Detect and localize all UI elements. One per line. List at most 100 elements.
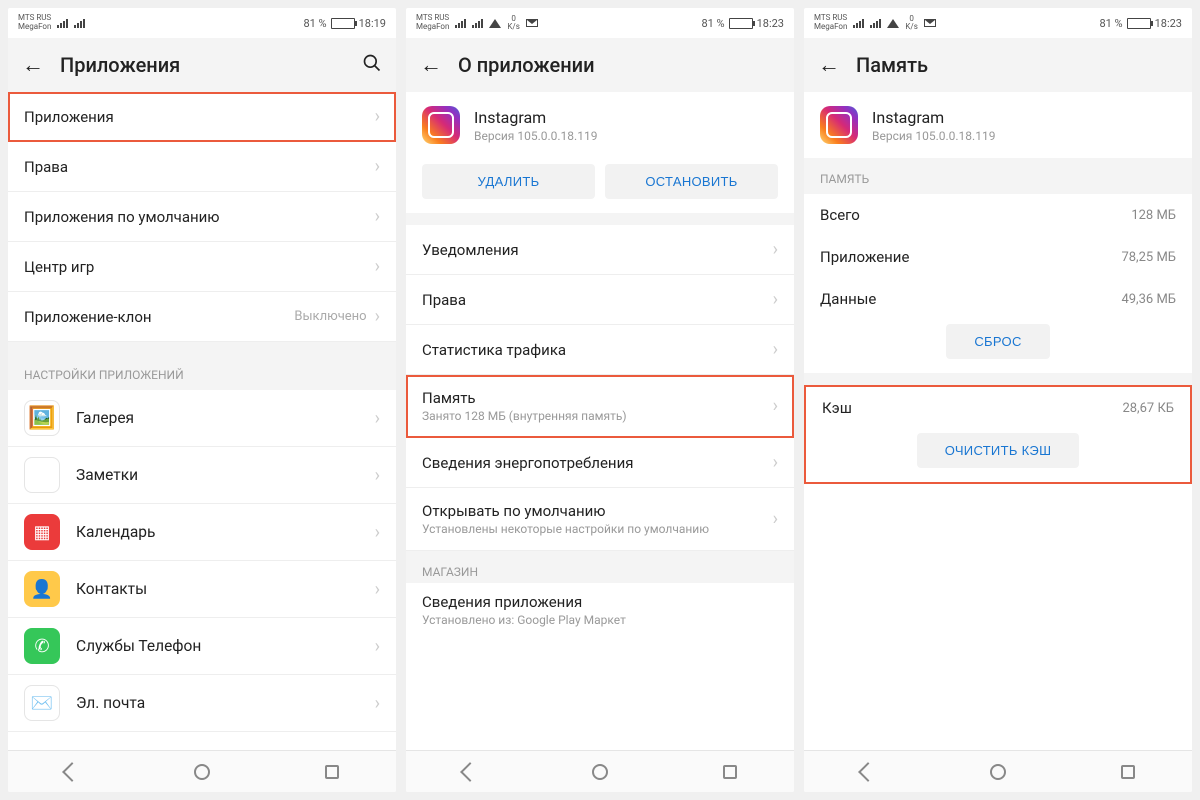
row-store-info[interactable]: Сведения приложения Установлено из: Goog… — [406, 583, 794, 643]
memrow-cache: Кэш 28,67 КБ — [806, 387, 1190, 429]
row-permissions[interactable]: Права › — [406, 275, 794, 325]
approw-calendar[interactable]: ▦ Календарь › — [8, 504, 396, 561]
titlebar: ← О приложении — [406, 38, 794, 92]
uninstall-button[interactable]: УДАЛИТЬ — [422, 164, 595, 199]
signal-icon-2 — [472, 18, 483, 28]
clear-cache-button[interactable]: ОЧИСТИТЬ КЭШ — [917, 433, 1080, 468]
notes-icon: ☰ — [24, 457, 60, 493]
row-clone-app[interactable]: Приложение-клон Выключено › — [8, 292, 396, 342]
back-icon[interactable]: ← — [420, 52, 442, 78]
nav-bar — [8, 750, 396, 792]
signal-icon — [57, 18, 68, 28]
content-area: Instagram Версия 105.0.0.18.119 УДАЛИТЬ … — [406, 92, 794, 750]
force-stop-button[interactable]: ОСТАНОВИТЬ — [605, 164, 778, 199]
mail-notification-icon — [924, 19, 936, 27]
page-title: Память — [856, 53, 1178, 77]
chevron-right-icon: › — [375, 522, 380, 543]
nav-recent-icon[interactable] — [1121, 765, 1135, 779]
app-name: Instagram — [474, 108, 597, 127]
battery-icon — [1127, 18, 1151, 29]
nav-back-icon[interactable] — [62, 762, 82, 782]
chevron-right-icon: › — [375, 693, 380, 714]
net-speed-label: 0K/s — [905, 15, 917, 31]
nav-back-icon[interactable] — [460, 762, 480, 782]
chevron-right-icon: › — [773, 239, 778, 260]
row-permissions[interactable]: Права › — [8, 142, 396, 192]
nav-home-icon[interactable] — [194, 764, 210, 780]
row-battery[interactable]: Сведения энергопотребления › — [406, 438, 794, 488]
approw-gallery[interactable]: 🖼️ Галерея › — [8, 390, 396, 447]
nav-bar — [804, 750, 1192, 792]
titlebar: ← Память — [804, 38, 1192, 92]
search-icon[interactable] — [362, 53, 382, 78]
nav-back-icon[interactable] — [858, 762, 878, 782]
action-buttons: УДАЛИТЬ ОСТАНОВИТЬ — [406, 158, 794, 213]
carrier-label: MTS RUS MegaFon — [416, 14, 449, 32]
titlebar: ← Приложения — [8, 38, 396, 92]
memrow-data: Данные 49,36 МБ — [804, 278, 1192, 320]
app-header: Instagram Версия 105.0.0.18.119 — [406, 92, 794, 158]
battery-icon — [729, 18, 753, 29]
approw-email[interactable]: ✉️ Эл. почта › — [8, 675, 396, 732]
screen-storage: MTS RUS MegaFon 0K/s 81 % 18:23 ← Память… — [804, 8, 1192, 792]
memrow-app: Приложение 78,25 МБ — [804, 236, 1192, 278]
chevron-right-icon: › — [375, 256, 380, 277]
chevron-right-icon: › — [375, 306, 380, 327]
row-apps[interactable]: Приложения › — [8, 92, 396, 142]
nav-recent-icon[interactable] — [723, 765, 737, 779]
chevron-right-icon: › — [773, 289, 778, 310]
chevron-right-icon: › — [773, 396, 778, 417]
approw-contacts[interactable]: 👤 Контакты › — [8, 561, 396, 618]
wifi-icon — [887, 18, 899, 28]
signal-icon — [455, 18, 466, 28]
status-bar: MTS RUS MegaFon 81 % 18:19 — [8, 8, 396, 38]
row-notifications[interactable]: Уведомления › — [406, 225, 794, 275]
clock-label: 18:19 — [359, 17, 386, 30]
row-traffic-stats[interactable]: Статистика трафика › — [406, 325, 794, 375]
phone-icon: ✆ — [24, 628, 60, 664]
chevron-right-icon: › — [773, 509, 778, 530]
battery-percent: 81 % — [701, 17, 724, 30]
chevron-right-icon: › — [375, 465, 380, 486]
app-version: Версия 105.0.0.18.119 — [474, 129, 597, 143]
instagram-icon — [422, 106, 460, 144]
email-icon: ✉️ — [24, 685, 60, 721]
net-speed-label: 0K/s — [507, 15, 519, 31]
wifi-icon — [489, 18, 501, 28]
clock-label: 18:23 — [1155, 17, 1182, 30]
content-area: Приложения › Права › Приложения по умолч… — [8, 92, 396, 750]
row-game-center[interactable]: Центр игр › — [8, 242, 396, 292]
instagram-icon — [820, 106, 858, 144]
approw-phone-services[interactable]: ✆ Службы Телефон › — [8, 618, 396, 675]
reset-button[interactable]: СБРОС — [946, 324, 1049, 359]
signal-icon — [853, 18, 864, 28]
row-open-default[interactable]: Открывать по умолчанию Установлены некот… — [406, 488, 794, 551]
row-default-apps[interactable]: Приложения по умолчанию › — [8, 192, 396, 242]
signal-icon-2 — [74, 18, 85, 28]
section-header-store: МАГАЗИН — [406, 551, 794, 583]
row-storage[interactable]: Память Занято 128 МБ (внутренняя память)… — [406, 375, 794, 438]
clock-label: 18:23 — [757, 17, 784, 30]
content-area: Instagram Версия 105.0.0.18.119 ПАМЯТЬ В… — [804, 92, 1192, 750]
carrier-label: MTS RUS MegaFon — [18, 14, 51, 32]
screen-apps: MTS RUS MegaFon 81 % 18:19 ← Приложения … — [8, 8, 396, 792]
carrier-label: MTS RUS MegaFon — [814, 14, 847, 32]
back-icon[interactable]: ← — [818, 52, 840, 78]
nav-recent-icon[interactable] — [325, 765, 339, 779]
contacts-icon: 👤 — [24, 571, 60, 607]
nav-home-icon[interactable] — [990, 764, 1006, 780]
app-name: Instagram — [872, 108, 995, 127]
chevron-right-icon: › — [375, 408, 380, 429]
chevron-right-icon: › — [375, 636, 380, 657]
section-header-app-settings: НАСТРОЙКИ ПРИЛОЖЕНИЙ — [8, 342, 396, 390]
chevron-right-icon: › — [773, 452, 778, 473]
back-icon[interactable]: ← — [22, 52, 44, 78]
nav-home-icon[interactable] — [592, 764, 608, 780]
calendar-icon: ▦ — [24, 514, 60, 550]
battery-percent: 81 % — [1099, 17, 1122, 30]
signal-icon-2 — [870, 18, 881, 28]
approw-notes[interactable]: ☰ Заметки › — [8, 447, 396, 504]
app-header: Instagram Версия 105.0.0.18.119 — [804, 92, 1192, 158]
section-header-memory: ПАМЯТЬ — [804, 158, 1192, 194]
cache-block: Кэш 28,67 КБ ОЧИСТИТЬ КЭШ — [804, 385, 1192, 484]
